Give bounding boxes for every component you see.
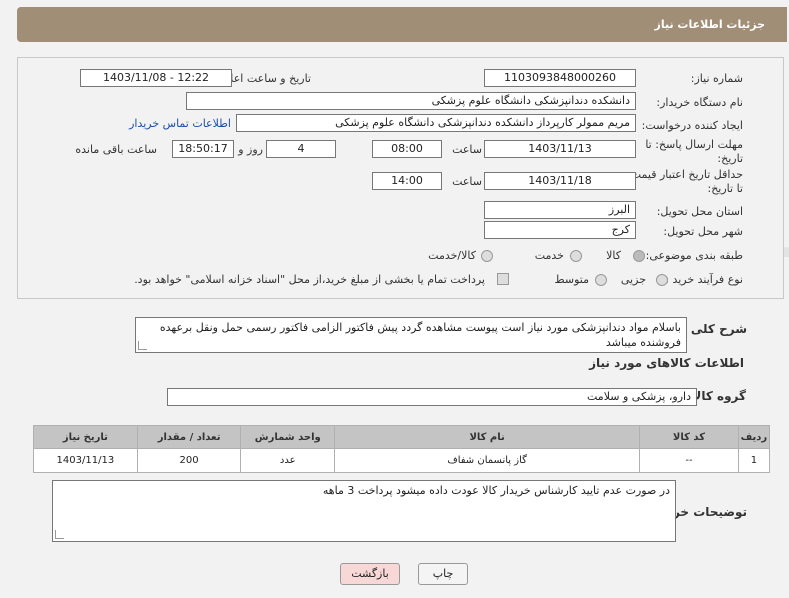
buyer-notes-textarea: در صورت عدم تایید کارشناس خریدار کالا عو… [52,480,676,542]
back-button[interactable]: بازگشت [340,563,400,585]
col-unit: واحد شمارش [240,425,336,449]
remaining-label: ساعت باقی مانده [75,143,157,156]
contact-buyer-link[interactable]: اطلاعات تماس خریدار [129,117,231,130]
province-label: استان محل تحویل: [656,205,743,218]
cell-code: -- [639,448,739,473]
page-title: جزئیات اطلاعات نیاز [654,18,766,31]
resize-handle-icon[interactable] [55,530,64,539]
col-name: نام کالا [334,425,641,449]
table-row: 1 -- گاز پانسمان شفاف عدد 200 1403/11/13 [33,448,771,473]
category-option-both: کالا/خدمت [428,249,476,262]
print-button[interactable]: چاپ [418,563,468,585]
validity-label: حداقل تاریخ اعتبار قیمت: تا تاریخ: [627,168,743,195]
payment-note: پرداخت تمام یا بخشی از مبلغ خرید،از محل … [134,273,485,286]
days-label: روز و [238,143,263,156]
treasury-checkbox[interactable] [497,273,509,285]
goods-section-title: اطلاعات کالاهای مورد نیاز [589,356,744,370]
col-code: کد کالا [639,425,739,449]
city-label: شهر محل تحویل: [663,225,743,238]
category-radio-goods[interactable] [633,250,645,262]
category-option-service: خدمت [534,249,564,262]
creator-field: مریم ممولر کارپرداز دانشکده دندانپزشکی د… [236,114,636,132]
announce-field: 1403/11/08 - 12:22 [80,69,232,87]
description-textarea: باسلام مواد دندانپزشکی مورد نیاز است پیو… [135,317,687,353]
process-option-medium: متوسط [554,273,589,286]
deadline-time-field: 08:00 [372,140,442,158]
page-header: جزئیات اطلاعات نیاز [17,7,787,42]
category-option-goods: کالا [606,249,621,262]
cell-row: 1 [737,448,771,473]
category-label: طبقه بندی موضوعی: [645,249,743,262]
creator-label: ایجاد کننده درخواست: [641,119,743,132]
city-field: کرج [484,221,636,239]
buyer-org-label: نام دستگاه خریدار: [656,96,743,109]
deadline-label: مهلت ارسال پاسخ: تا تاریخ: [645,138,743,165]
category-radio-both[interactable] [481,250,493,262]
process-radio-minor[interactable] [656,274,668,286]
col-date: تاریخ نیاز [33,425,138,449]
need-number-label: شماره نیاز: [690,72,743,85]
need-number-field: 1103093848000260 [484,69,636,87]
table-header-row: ردیف کد کالا نام کالا واحد شمارش تعداد /… [33,425,771,449]
process-radio-medium[interactable] [595,274,607,286]
validity-date-field: 1403/11/18 [484,172,636,190]
goods-table: ردیف کد کالا نام کالا واحد شمارش تعداد /… [33,425,771,473]
cell-name: گاز پانسمان شفاف [334,448,641,473]
cell-unit: عدد [240,448,336,473]
col-qty: تعداد / مقدار [136,425,242,449]
buyer-org-field: دانشکده دندانپزشکی دانشگاه علوم پزشکی [186,92,636,110]
cell-qty: 200 [136,448,242,473]
cell-date: 1403/11/13 [33,448,138,473]
process-option-minor: جزیی [620,273,646,286]
days-field: 4 [266,140,336,158]
validity-time-label: ساعت [452,175,482,188]
category-radio-service[interactable] [570,250,582,262]
province-field: البرز [484,201,636,219]
remaining-time-field: 18:50:17 [172,140,234,158]
resize-handle-icon[interactable] [138,341,147,350]
goods-group-field: دارو، پزشکی و سلامت [167,388,697,406]
col-row: ردیف [737,425,771,449]
deadline-time-label: ساعت [452,143,482,156]
process-label: نوع فرآیند خرید : [665,273,743,286]
validity-time-field: 14:00 [372,172,442,190]
buyer-notes-text: در صورت عدم تایید کارشناس خریدار کالا عو… [322,484,670,497]
description-text: باسلام مواد دندانپزشکی مورد نیاز است پیو… [159,321,681,349]
deadline-date-field: 1403/11/13 [484,140,636,158]
